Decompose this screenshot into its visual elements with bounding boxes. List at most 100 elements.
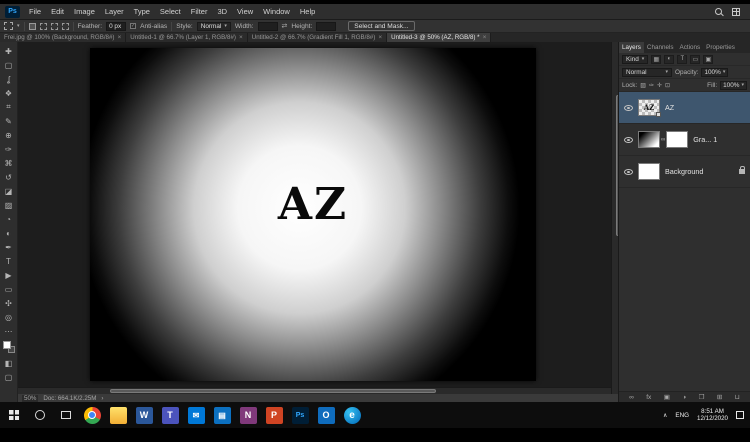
document-tab-1[interactable]: Frei.jpg @ 100% (Background, RGB/8#) × [0, 33, 126, 42]
filter-kind-select[interactable]: Kind ▾ [622, 55, 648, 64]
status-chevron-icon[interactable]: › [101, 395, 103, 402]
layer-name[interactable]: Gra... 1 [693, 135, 717, 144]
lock-all-icon[interactable]: ⊡ [665, 82, 670, 89]
hand-tool[interactable]: ✣ [1, 296, 17, 310]
menu-3d[interactable]: 3D [212, 4, 232, 19]
screen-mode-icon[interactable]: ▢ [1, 370, 17, 384]
opacity-field[interactable]: 100% ▾ [701, 68, 728, 77]
edit-toolbar-icon[interactable]: ⋯ [1, 324, 17, 338]
clock[interactable]: 8:51 AM 12/12/2020 [697, 408, 728, 422]
pen-tool[interactable]: ✒ [1, 240, 17, 254]
new-layer-icon[interactable]: ⊞ [717, 393, 722, 401]
foreground-color-swatch[interactable] [3, 341, 11, 349]
canvas-document[interactable]: AZ [90, 48, 536, 381]
add-mask-icon[interactable]: ▣ [664, 393, 670, 401]
tab-actions[interactable]: Actions [677, 42, 704, 53]
layer-thumbnail[interactable] [638, 163, 660, 180]
scrollbar-thumb[interactable] [110, 389, 436, 393]
store-taskbar-button[interactable]: ▤ [210, 403, 234, 427]
filter-type-layers-icon[interactable]: T [677, 55, 687, 64]
language-indicator[interactable]: ENG [675, 412, 689, 419]
search-button[interactable] [28, 403, 52, 427]
menu-edit[interactable]: Edit [46, 4, 69, 19]
vertical-scrollbar[interactable] [611, 42, 618, 394]
start-button[interactable] [2, 403, 26, 427]
word-taskbar-button[interactable]: W [132, 403, 156, 427]
type-tool[interactable]: T [1, 254, 17, 268]
crop-tool[interactable]: ⌗ [1, 100, 17, 114]
workspace-switcher-icon[interactable] [732, 8, 740, 16]
intersect-selection-icon[interactable] [62, 23, 69, 30]
photoshop-taskbar-button[interactable]: Ps [288, 403, 312, 427]
feather-input[interactable]: 0 px [106, 22, 126, 31]
layer-row-background[interactable]: Background [619, 156, 750, 188]
visibility-toggle[interactable] [621, 137, 635, 143]
shape-tool[interactable]: ▭ [1, 282, 17, 296]
history-brush-tool[interactable]: ↺ [1, 170, 17, 184]
edge-taskbar-button[interactable]: e [340, 403, 364, 427]
menu-view[interactable]: View [232, 4, 258, 19]
visibility-toggle[interactable] [621, 105, 635, 111]
filter-shape-layers-icon[interactable]: ▭ [690, 55, 700, 64]
gradient-tool[interactable]: ▨ [1, 198, 17, 212]
eyedropper-tool[interactable]: ✎ [1, 114, 17, 128]
powerpoint-taskbar-button[interactable]: P [262, 403, 286, 427]
action-center-icon[interactable] [736, 411, 744, 419]
menu-help[interactable]: Help [295, 4, 320, 19]
link-layers-icon[interactable]: ∞ [629, 394, 634, 401]
menu-filter[interactable]: Filter [186, 4, 213, 19]
menu-file[interactable]: File [24, 4, 46, 19]
filter-pixel-layers-icon[interactable]: ▦ [651, 55, 661, 64]
zoom-level-field[interactable]: 50% [22, 395, 38, 402]
menu-window[interactable]: Window [258, 4, 295, 19]
menu-layer[interactable]: Layer [100, 4, 129, 19]
healing-brush-tool[interactable]: ⊕ [1, 128, 17, 142]
delete-layer-icon[interactable]: ⊔ [735, 393, 740, 401]
style-select[interactable]: Normal ▾ [197, 22, 231, 31]
menu-image[interactable]: Image [69, 4, 100, 19]
layer-thumbnail[interactable]: AZ [638, 99, 660, 116]
quick-selection-tool[interactable]: ❖ [1, 86, 17, 100]
path-selection-tool[interactable]: ▶ [1, 268, 17, 282]
teams-taskbar-button[interactable]: T [158, 403, 182, 427]
document-tab-2[interactable]: Untitled-1 @ 66.7% (Layer 1, RGB/8#) × [126, 33, 247, 42]
width-input[interactable] [258, 22, 278, 31]
lock-pixels-icon[interactable]: ✑ [649, 82, 654, 89]
close-icon[interactable]: × [118, 34, 122, 41]
menu-select[interactable]: Select [155, 4, 186, 19]
tab-channels[interactable]: Channels [644, 42, 677, 53]
quick-mask-icon[interactable]: ◧ [1, 356, 17, 370]
lock-transparency-icon[interactable]: ▨ [640, 82, 646, 89]
filter-adjustment-layers-icon[interactable]: ◐ [664, 55, 674, 64]
close-icon[interactable]: × [239, 34, 243, 41]
adjustment-layer-icon[interactable]: ◑ [682, 394, 686, 401]
document-tab-4-active[interactable]: Untitled-3 @ 50% (AZ, RGB/8) * × [387, 33, 491, 42]
select-and-mask-button[interactable]: Select and Mask... [348, 21, 414, 31]
move-tool[interactable]: ✚ [1, 44, 17, 58]
eraser-tool[interactable]: ◪ [1, 184, 17, 198]
show-hidden-icons-chevron[interactable]: ∧ [663, 412, 667, 419]
blend-mode-select[interactable]: Normal ▾ [622, 68, 672, 77]
document-tab-3[interactable]: Untitled-2 @ 66.7% (Gradient Fill 1, RGB… [248, 33, 387, 42]
chrome-taskbar-button[interactable] [80, 403, 104, 427]
visibility-toggle[interactable] [621, 169, 635, 175]
layer-row-gradient[interactable]: ∞ Gra... 1 [619, 124, 750, 156]
layer-row-az[interactable]: AZ AZ [619, 92, 750, 124]
horizontal-scrollbar[interactable] [18, 387, 611, 394]
subtract-selection-icon[interactable] [51, 23, 58, 30]
layer-name[interactable]: Background [665, 167, 703, 176]
height-input[interactable] [316, 22, 336, 31]
layer-mask-thumbnail[interactable] [666, 131, 688, 148]
color-swatches[interactable] [3, 341, 15, 353]
marquee-tool[interactable]: ▢ [1, 58, 17, 72]
blur-tool[interactable]: ◔ [1, 212, 17, 226]
brush-tool[interactable]: ✑ [1, 142, 17, 156]
menu-type[interactable]: Type [129, 4, 155, 19]
close-icon[interactable]: × [483, 34, 487, 41]
new-group-icon[interactable]: ❐ [699, 393, 705, 401]
new-selection-icon[interactable] [29, 23, 36, 30]
close-icon[interactable]: × [378, 34, 382, 41]
zoom-tool[interactable]: ◎ [1, 310, 17, 324]
layer-style-icon[interactable]: fx [646, 394, 651, 401]
tab-properties[interactable]: Properties [703, 42, 738, 53]
